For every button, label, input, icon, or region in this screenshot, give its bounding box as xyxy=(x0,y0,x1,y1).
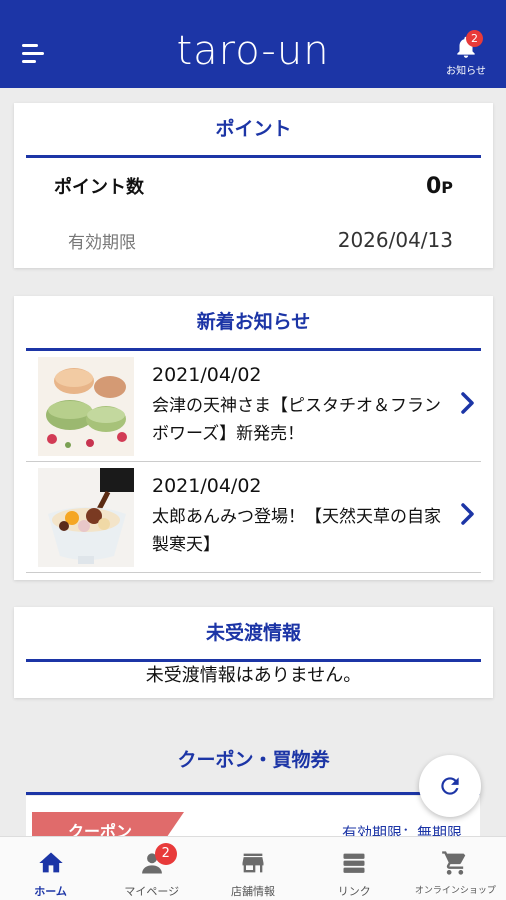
tab-online-shop[interactable]: オンラインショップ xyxy=(405,837,506,900)
tab-mypage[interactable]: 2 マイページ xyxy=(101,837,202,900)
news-card-title: 新着お知らせ xyxy=(196,311,311,333)
news-card: 新着お知らせ 2021/04/02 会津の天神さま【ピスタチオ＆フランボワーズ】… xyxy=(14,296,493,580)
points-count-row: ポイント数 0P xyxy=(14,158,493,214)
bell-icon: 2 xyxy=(453,30,483,60)
news-text: 2021/04/02 会津の天神さま【ピスタチオ＆フランボワーズ】新発売！ xyxy=(152,364,442,448)
notification-badge: 2 xyxy=(466,30,483,47)
bottom-tab-bar: ホーム 2 マイページ 店舗情報 リンク オンラインショップ xyxy=(0,836,506,900)
cart-icon xyxy=(440,849,470,877)
person-icon: 2 xyxy=(137,843,177,877)
list-icon xyxy=(339,849,369,877)
tab-links[interactable]: リンク xyxy=(304,837,405,900)
points-label: ポイント数 xyxy=(54,177,144,198)
chevron-right-icon xyxy=(461,392,474,414)
points-expiry-row: 有効期限 2026/04/13 xyxy=(14,214,493,266)
divider xyxy=(26,792,480,795)
points-card-title: ポイント xyxy=(215,118,292,140)
news-title: 会津の天神さま【ピスタチオ＆フランボワーズ】新発売！ xyxy=(152,396,441,444)
chevron-right-icon xyxy=(461,503,474,525)
mypage-badge: 2 xyxy=(154,843,177,865)
tab-label: ホーム xyxy=(34,885,67,898)
undelivered-empty-text: 未受渡情報はありません。 xyxy=(145,665,362,686)
news-list-item[interactable]: 2021/04/02 会津の天神さま【ピスタチオ＆フランボワーズ】新発売！ xyxy=(26,351,481,462)
undelivered-card: 未受渡情報 未受渡情報はありません。 xyxy=(14,607,493,698)
coupon-section-title: クーポン・買物券 xyxy=(177,749,330,771)
undelivered-card-title: 未受渡情報 xyxy=(205,622,301,644)
points-value: 0P xyxy=(425,173,453,199)
tab-label: マイページ xyxy=(124,885,180,898)
refresh-button[interactable] xyxy=(419,755,481,817)
news-date: 2021/04/02 xyxy=(152,475,262,497)
news-list-item[interactable]: 2021/04/02 太郎あんみつ登場！【天然天草の自家製寒天】 xyxy=(26,462,481,573)
store-icon xyxy=(238,849,268,877)
tab-label: リンク xyxy=(337,885,371,898)
notifications-button[interactable]: 2 お知らせ xyxy=(440,30,492,77)
tab-store-info[interactable]: 店舗情報 xyxy=(202,837,303,900)
news-date: 2021/04/02 xyxy=(152,364,262,386)
tab-label: オンラインショップ xyxy=(414,886,496,896)
expiry-label: 有効期限 xyxy=(68,232,136,253)
app-header: taro-un 2 お知らせ xyxy=(0,0,506,88)
app-title: taro-un xyxy=(176,28,330,74)
news-thumbnail xyxy=(38,467,134,567)
points-card: ポイント ポイント数 0P 有効期限 2026/04/13 xyxy=(14,103,493,268)
expiry-value: 2026/04/13 xyxy=(337,228,453,252)
news-thumbnail xyxy=(38,356,134,456)
news-title: 太郎あんみつ登場！【天然天草の自家製寒天】 xyxy=(152,507,441,555)
tab-home[interactable]: ホーム xyxy=(0,837,101,900)
notifications-label: お知らせ xyxy=(446,66,486,77)
news-text: 2021/04/02 太郎あんみつ登場！【天然天草の自家製寒天】 xyxy=(152,475,442,559)
home-icon xyxy=(36,849,66,877)
tab-label: 店舗情報 xyxy=(231,885,275,898)
refresh-icon xyxy=(441,777,459,795)
